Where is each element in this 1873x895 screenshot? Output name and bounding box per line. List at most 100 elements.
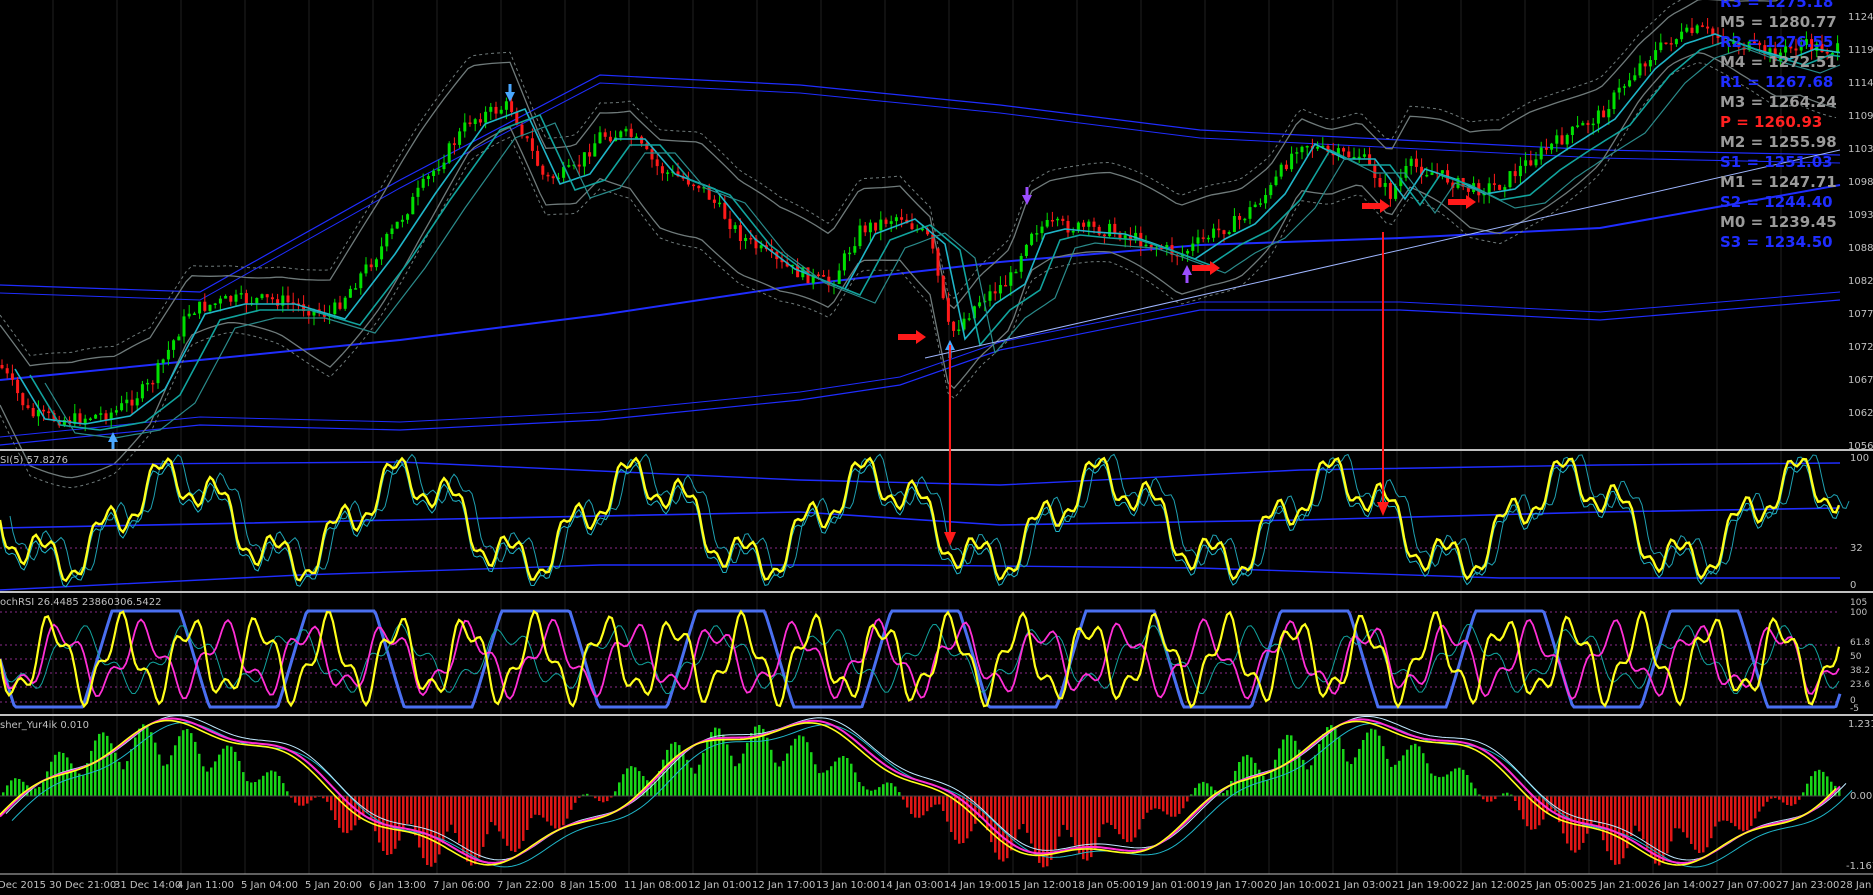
fisher-bar <box>1534 796 1537 830</box>
candle-body <box>1196 237 1200 244</box>
fisher-tick: 0.00 <box>1850 791 1872 802</box>
fisher-bar <box>146 725 149 796</box>
fisher-bar <box>174 745 177 796</box>
fisher-bar <box>1374 729 1377 796</box>
candle-body <box>894 217 898 222</box>
fisher-bar <box>1110 796 1113 825</box>
fisher-bar <box>1106 796 1109 823</box>
fisher-bar <box>1426 763 1429 796</box>
fisher-bar <box>294 796 297 803</box>
fisher-bar <box>550 796 553 826</box>
candle-body <box>1024 244 1028 256</box>
fisher-bar <box>46 771 49 796</box>
candle-body <box>47 411 51 413</box>
fisher-bar <box>1018 796 1021 830</box>
candle-body <box>1050 220 1054 222</box>
fisher-bar <box>602 796 605 803</box>
candle-body <box>494 106 498 114</box>
fisher-bar <box>426 796 429 865</box>
fisher-bar <box>762 728 765 796</box>
fisher-bar <box>966 796 969 839</box>
fisher-bar <box>1518 796 1521 811</box>
fisher-bar <box>630 766 633 796</box>
fisher-bar <box>790 745 793 796</box>
candle-body <box>1638 63 1642 76</box>
fisher-bar <box>66 757 69 796</box>
candle-body <box>941 275 945 299</box>
candle-body <box>26 405 30 408</box>
candle-body <box>1565 135 1569 145</box>
candle-body <box>16 379 20 394</box>
candle-body <box>406 214 410 220</box>
fisher-bar <box>1382 746 1385 796</box>
candle-body <box>1503 187 1507 190</box>
trading-chart[interactable]: R3 = 1275.18 M5 = 1280.77 R2 = 1276.55 M… <box>0 0 1873 895</box>
fisher-bar <box>1162 796 1165 812</box>
fisher-bar <box>262 775 265 796</box>
fisher-bar <box>794 738 797 796</box>
candle-body <box>359 273 363 289</box>
price-tick: 1062 <box>1848 408 1873 419</box>
fisher-bar <box>702 752 705 796</box>
fisher-bar <box>402 796 405 832</box>
candle-body <box>1518 165 1522 177</box>
candle-body <box>1030 233 1034 245</box>
fisher-bar <box>1402 755 1405 796</box>
candle-body <box>1555 135 1559 144</box>
fisher-bar <box>606 796 609 802</box>
fisher-bar <box>950 796 953 832</box>
candle-body <box>104 413 108 420</box>
fisher-bar <box>858 782 861 796</box>
fisher-bar <box>350 796 353 831</box>
candle-body <box>270 297 274 300</box>
fisher-bar <box>1794 796 1797 805</box>
candle-body <box>489 106 493 112</box>
fisher-bar <box>1642 796 1645 840</box>
candle-body <box>608 136 612 142</box>
candle-body <box>1269 185 1273 196</box>
fisher-bar <box>1814 771 1817 796</box>
pivot-r2: R2 = 1276.55 <box>1720 33 1833 51</box>
candle-body <box>848 252 852 255</box>
candle-body <box>900 217 904 220</box>
price-tick: 1119 <box>1848 45 1873 56</box>
candle-body <box>1222 230 1226 235</box>
fisher-bar <box>766 737 769 796</box>
fisher-bar <box>694 773 697 796</box>
candle-body <box>577 164 581 167</box>
candle-body <box>874 222 878 231</box>
fisher-bar <box>922 796 925 816</box>
candle-body <box>718 202 722 205</box>
fisher-bar <box>86 763 89 796</box>
fisher-bar <box>1098 796 1101 838</box>
fisher-bar <box>1710 796 1713 839</box>
candle-body <box>88 418 92 420</box>
candle-body <box>1581 122 1585 126</box>
candle-body <box>822 275 826 277</box>
fisher-bar <box>926 796 929 812</box>
candle-body <box>307 311 311 316</box>
fisher-bar <box>362 796 365 816</box>
candle-body <box>1654 50 1658 60</box>
fisher-bar <box>1458 767 1461 796</box>
fisher-bar <box>698 764 701 796</box>
fisher-bar <box>1782 796 1785 803</box>
fisher-bar <box>1630 796 1633 836</box>
candle-body <box>1544 147 1548 150</box>
candle-body <box>478 119 482 123</box>
fisher-bar <box>830 766 833 796</box>
candle-body <box>1108 223 1112 237</box>
candle-body <box>1622 86 1626 88</box>
candle-body <box>364 264 368 274</box>
candle-body <box>198 301 202 314</box>
candle-body <box>582 152 586 167</box>
fisher-bar <box>1146 796 1149 813</box>
fisher-bar <box>186 729 189 796</box>
candle-body <box>759 245 763 249</box>
fisher-bar <box>1454 768 1457 796</box>
candle-body <box>978 302 982 307</box>
fisher-bar <box>1362 740 1365 796</box>
candle-body <box>1383 183 1387 187</box>
fisher-bar <box>278 776 281 796</box>
candle-body <box>166 349 170 360</box>
